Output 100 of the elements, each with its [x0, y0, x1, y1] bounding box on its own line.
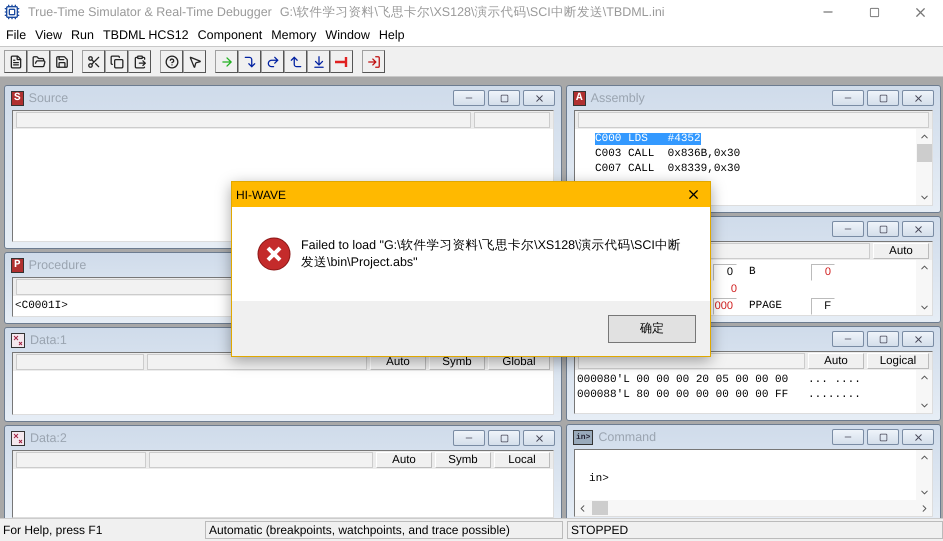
window-title: Data:1 [30, 333, 67, 347]
toolbar-button[interactable] [82, 50, 105, 73]
close-icon [534, 432, 544, 444]
toolbar-button[interactable] [27, 50, 50, 73]
close-button[interactable] [902, 90, 934, 106]
toolbar-button[interactable] [362, 50, 385, 73]
reset-icon [366, 54, 380, 68]
menu-item[interactable]: Window [321, 28, 375, 42]
register-value: F [811, 298, 835, 315]
status-text: Automatic (breakpoints, watchpoints, and trace possible) [205, 521, 563, 539]
window-title: Data:2 [30, 431, 67, 445]
toolbar-button[interactable] [330, 50, 353, 73]
menu-item[interactable]: TBDML HCS12 [98, 28, 194, 42]
window-icon: A [573, 90, 586, 106]
close-icon [912, 432, 924, 442]
command-prompt: in> [589, 472, 610, 487]
folder-icon [32, 54, 46, 68]
menu-item[interactable]: Run [67, 28, 99, 42]
close-icon [912, 224, 924, 234]
menu-item[interactable]: View [31, 28, 68, 42]
close-button[interactable] [523, 430, 555, 446]
window-icon: in> [573, 430, 594, 444]
register-label: PPAGE [749, 299, 784, 314]
register-value: 0 [811, 264, 835, 281]
header-button[interactable]: Auto [873, 243, 929, 259]
close-button[interactable] [523, 90, 555, 106]
step-out-icon [288, 54, 302, 68]
copy-icon [110, 54, 124, 68]
ok-button[interactable]: 确定 [608, 314, 696, 342]
page-icon [8, 54, 22, 68]
maximize-button[interactable] [867, 331, 899, 347]
maximize-button[interactable] [867, 429, 899, 445]
maximize-icon [500, 94, 508, 102]
menu-item[interactable]: File [2, 28, 32, 42]
app-title: True-Time Simulator & Real-Time Debugger [28, 5, 272, 19]
close-button[interactable] [902, 429, 934, 445]
maximize-button[interactable] [488, 430, 520, 446]
window-title: Procedure [28, 258, 86, 272]
close-icon [534, 92, 544, 104]
arrow-right-icon [220, 54, 234, 68]
error-message: Failed to load "G:\软件学习资料\飞思卡尔\XS128\演示代码\SCI中断发送\bin\Project.abs" [301, 237, 682, 271]
grid-icon [11, 332, 25, 348]
register-value: 000 [713, 298, 737, 315]
header-button[interactable]: Auto [808, 353, 864, 369]
toolbar-button[interactable] [284, 50, 307, 73]
step-icon [312, 54, 326, 68]
toolbar-button[interactable] [105, 50, 128, 73]
code-line: C003 CALL 0x836B,0x30 [595, 148, 740, 160]
toolbar-button[interactable] [307, 50, 330, 73]
scissors-icon [86, 54, 100, 68]
header-button[interactable]: Auto [376, 452, 432, 468]
toolbar-button[interactable] [50, 50, 73, 73]
close-button[interactable] [902, 221, 934, 237]
window-title: Assembly [590, 91, 645, 105]
close-icon [912, 92, 924, 104]
memory-line: 000088'L 80 00 00 00 00 00 00 FF ........ [577, 388, 862, 403]
header-button[interactable]: Local [494, 452, 550, 468]
menu-item[interactable]: Component [194, 28, 268, 42]
toolbar-button[interactable] [160, 50, 183, 73]
memory-line: 000080'L 00 00 00 20 05 00 00 00 ... .... [577, 373, 862, 388]
error-icon [257, 237, 291, 271]
maximize-button[interactable] [867, 90, 899, 106]
toolbar-button[interactable] [4, 50, 27, 73]
maximize-icon [878, 224, 888, 234]
maximize-button[interactable] [488, 90, 520, 106]
window-title: Source [28, 91, 68, 105]
close-button[interactable] [902, 331, 934, 347]
toolbar-button[interactable] [128, 50, 151, 73]
register-label: B [749, 265, 757, 280]
window-icon: S [11, 90, 24, 106]
scroll-thumb[interactable] [592, 501, 608, 515]
status-text: For Help, press F1 [2, 522, 104, 538]
grid-icon [11, 430, 25, 446]
step-over-icon [266, 54, 280, 68]
maximize-icon [878, 94, 888, 102]
maximize-icon [500, 434, 508, 442]
maximize-button[interactable] [867, 221, 899, 237]
header-button[interactable]: Logical [867, 353, 929, 369]
maximize-icon [868, 6, 880, 18]
pointer-icon [188, 54, 202, 68]
register-value: 0 [713, 264, 737, 281]
app-icon [4, 4, 20, 20]
file-path: G:\软件学习资料\飞思卡尔\XS128\演示代码\SCI中断发送\TBDML.ini [280, 4, 665, 20]
menu-item[interactable]: Memory [267, 28, 322, 42]
floppy-icon [54, 54, 68, 68]
code-line: C007 CALL 0x8339,0x30 [595, 163, 740, 175]
toolbar-button[interactable] [238, 50, 261, 73]
dialog-title: HI-WAVE [236, 188, 286, 202]
toolbar-button[interactable] [183, 50, 206, 73]
scroll-thumb[interactable] [916, 144, 932, 162]
toolbar-button[interactable] [215, 50, 238, 73]
close-icon [912, 334, 924, 344]
window-title: Command [598, 430, 656, 444]
header-button[interactable]: Symb [435, 452, 491, 468]
menu-item[interactable]: Help [374, 28, 410, 42]
toolbar-button[interactable] [261, 50, 284, 73]
register-value: 0 [730, 282, 738, 297]
clipboard-icon [132, 54, 146, 68]
maximize-icon [878, 432, 888, 442]
halt-icon [335, 56, 348, 66]
